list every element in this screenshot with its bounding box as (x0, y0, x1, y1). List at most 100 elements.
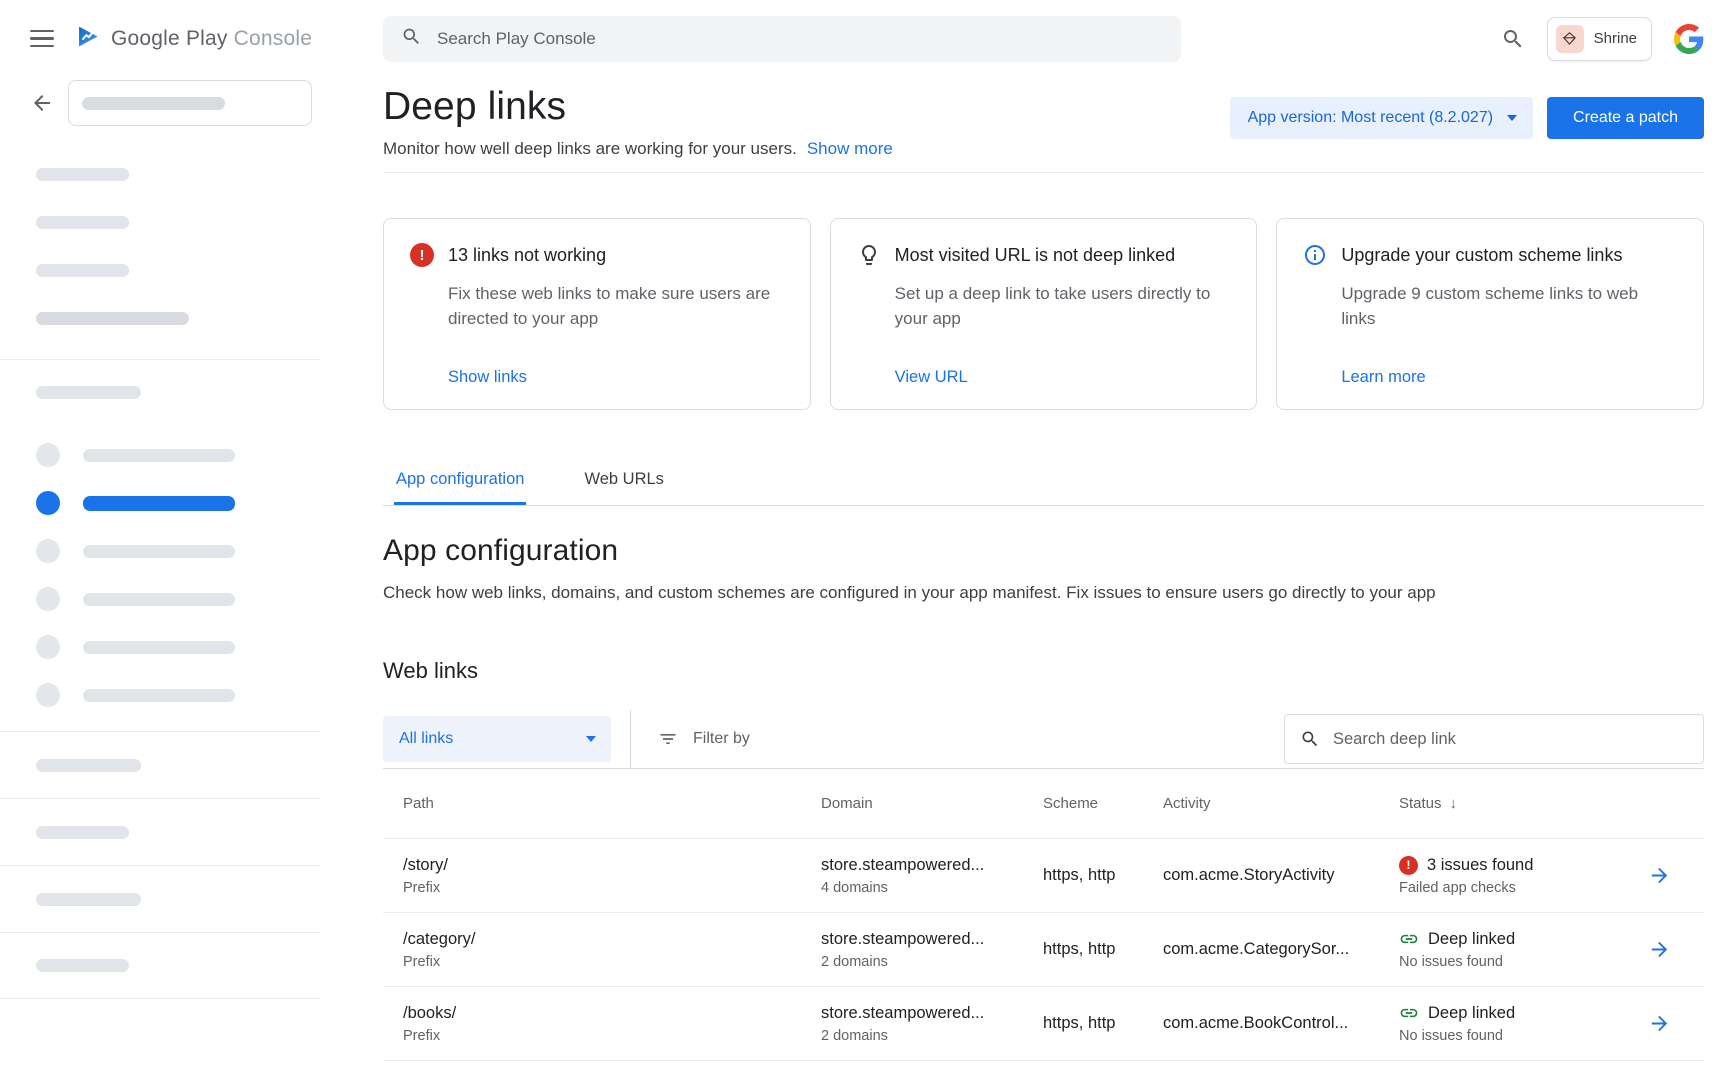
nav-icon-placeholder (36, 587, 60, 611)
skeleton-bar (83, 449, 235, 462)
console-search[interactable] (383, 16, 1181, 62)
chevron-down-icon (586, 736, 596, 742)
sidebar-nav-item[interactable] (36, 539, 320, 563)
logo-google-play: Google Play (111, 27, 228, 50)
domain-count: 2 domains (821, 1028, 1043, 1044)
web-links-title: Web links (383, 658, 1704, 684)
google-play-console-logo[interactable]: Google Play Console (74, 23, 312, 55)
create-patch-button[interactable]: Create a patch (1547, 97, 1704, 139)
sidebar-header: Google Play Console (0, 0, 320, 77)
google-account-icon[interactable] (1674, 24, 1704, 54)
nav-icon-placeholder (36, 539, 60, 563)
deep-link-search-input[interactable] (1333, 730, 1703, 749)
back-arrow-button[interactable] (30, 91, 54, 115)
table-header-row: Path Domain Scheme Activity Status ↓ (383, 769, 1704, 839)
sidebar-nav-item[interactable] (0, 932, 320, 999)
menu-icon[interactable] (30, 30, 54, 48)
status-cell: 3 issues found Failed app checks (1399, 856, 1634, 896)
path-type: Prefix (403, 880, 821, 896)
path-value: /category/ (403, 930, 821, 949)
topbar: Shrine (320, 0, 1728, 77)
header-scheme: Scheme (1043, 795, 1163, 812)
toolbar-divider (630, 710, 631, 768)
nav-icon-placeholder (36, 443, 60, 467)
card-links-not-working: 13 links not working Fix these web links… (383, 218, 811, 410)
sidebar-nav-item[interactable] (0, 731, 320, 798)
skeleton-bar (82, 97, 225, 110)
page-subtitle: Monitor how well deep links are working … (383, 139, 797, 159)
header-activity: Activity (1163, 795, 1399, 812)
main-content: Deep links Monitor how well deep links a… (320, 77, 1728, 1080)
link-icon (1399, 929, 1419, 949)
search-icon (401, 26, 422, 52)
open-row-arrow-icon[interactable] (1634, 1012, 1684, 1035)
view-url-link[interactable]: View URL (895, 368, 968, 387)
show-more-link[interactable]: Show more (807, 139, 893, 159)
status-text: 3 issues found (1427, 856, 1533, 875)
sidebar-nav-item[interactable] (36, 635, 320, 659)
sidebar-nav-item[interactable] (36, 587, 320, 611)
console-search-input[interactable] (437, 29, 1181, 49)
skeleton-bar (83, 545, 235, 558)
sort-descending-icon: ↓ (1450, 795, 1458, 812)
skeleton-bar (36, 959, 129, 972)
scheme-value: https, http (1043, 1014, 1163, 1033)
status-text: Deep linked (1428, 930, 1515, 949)
chevron-down-icon (1507, 115, 1517, 121)
app-switcher-chip[interactable]: Shrine (1547, 17, 1652, 61)
header-actions: App version: Most recent (8.2.027) Creat… (1230, 97, 1704, 139)
open-row-arrow-icon[interactable] (1634, 938, 1684, 961)
card-upgrade-schemes: Upgrade your custom scheme links Upgrade… (1276, 218, 1704, 410)
filter-list-icon (658, 729, 678, 749)
header-status-sort[interactable]: Status ↓ (1399, 795, 1634, 812)
tab-bar: App configuration Web URLs (383, 460, 1704, 506)
domain-value: store.steampowered... (821, 1004, 1043, 1023)
nav-icon-placeholder (36, 683, 60, 707)
web-links-table: Path Domain Scheme Activity Status ↓ /st… (383, 769, 1704, 1080)
skeleton-bar (36, 386, 141, 399)
play-triangle-icon (74, 23, 101, 55)
sidebar-nav-item[interactable] (36, 443, 320, 467)
sidebar-nav-item[interactable] (36, 683, 320, 707)
table-row[interactable]: /item/ store.steampowered... Deep linked (383, 1061, 1704, 1080)
sidebar-nav-skeleton (0, 443, 320, 707)
topbar-right: Shrine (1501, 17, 1704, 61)
header-status-label: Status (1399, 795, 1442, 812)
tab-web-urls[interactable]: Web URLs (582, 460, 665, 505)
error-icon (1399, 856, 1418, 875)
skeleton-bar (36, 826, 129, 839)
table-row[interactable]: /books/Prefix store.steampowered...2 dom… (383, 987, 1704, 1061)
sidebar-nav-item[interactable] (0, 865, 320, 932)
sidebar-nav-item[interactable] (0, 798, 320, 865)
card-body: Fix these web links to make sure users a… (448, 282, 784, 331)
table-row[interactable]: /category/Prefix store.steampowered...2 … (383, 913, 1704, 987)
lightbulb-icon (857, 243, 881, 267)
sidebar-nav-item-selected[interactable] (36, 491, 320, 515)
status-subtext: No issues found (1399, 1028, 1634, 1044)
header-domain: Domain (821, 795, 1043, 812)
card-body: Set up a deep link to take users directl… (895, 282, 1231, 331)
deep-link-search[interactable] (1284, 714, 1704, 764)
filter-by-label: Filter by (693, 730, 750, 748)
domain-count: 2 domains (821, 954, 1043, 970)
header-path: Path (403, 795, 821, 812)
domain-value: store.steampowered... (821, 856, 1043, 875)
card-most-visited-url: Most visited URL is not deep linked Set … (830, 218, 1258, 410)
filter-by-button[interactable]: Filter by (658, 729, 750, 749)
app-selector-skeleton[interactable] (68, 80, 312, 126)
open-row-arrow-icon[interactable] (1634, 864, 1684, 887)
links-filter-select[interactable]: All links (383, 716, 611, 762)
table-toolbar: All links Filter by (383, 710, 1704, 769)
app-version-dropdown[interactable]: App version: Most recent (8.2.027) (1230, 97, 1533, 139)
show-links-link[interactable]: Show links (448, 368, 527, 387)
skeleton-bar (36, 893, 141, 906)
learn-more-link[interactable]: Learn more (1341, 368, 1425, 387)
nav-icon-placeholder (36, 491, 60, 515)
tab-app-configuration[interactable]: App configuration (394, 460, 526, 505)
table-row[interactable]: /story/Prefix store.steampowered...4 dom… (383, 839, 1704, 913)
global-search-icon[interactable] (1501, 27, 1525, 51)
card-title: 13 links not working (448, 243, 606, 266)
path-value: /story/ (403, 856, 821, 875)
page-header: Deep links Monitor how well deep links a… (383, 85, 1704, 159)
insight-cards: 13 links not working Fix these web links… (383, 218, 1704, 410)
